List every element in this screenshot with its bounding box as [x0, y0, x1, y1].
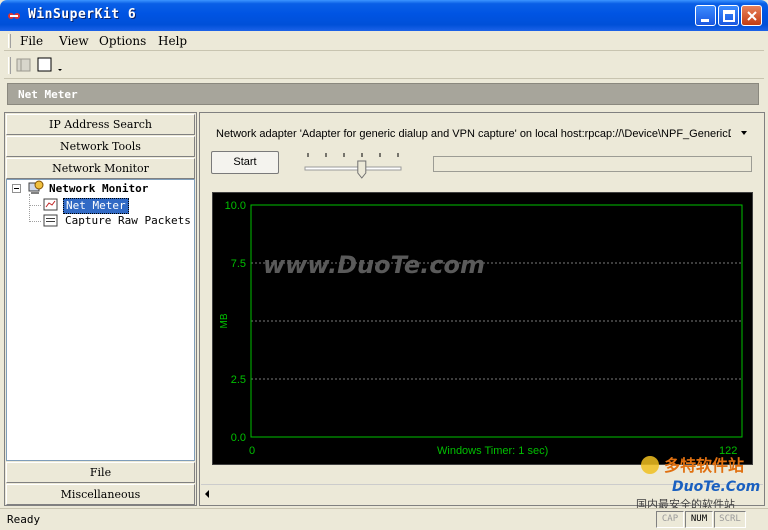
- view-header: Net Meter: [7, 83, 759, 105]
- close-button[interactable]: [741, 5, 762, 26]
- view-dropdown-icon[interactable]: [37, 57, 65, 75]
- toolbar: [4, 52, 764, 79]
- view-header-title: Net Meter: [18, 88, 78, 101]
- maximize-icon: [723, 10, 735, 22]
- status-bar: Ready CAP NUM SCRL: [0, 508, 768, 530]
- toolbar-grip: [8, 57, 11, 74]
- net-meter-icon: [43, 198, 58, 211]
- logo-line1: 多特软件站: [664, 456, 744, 475]
- tree-item-net-meter-label: Net Meter: [63, 198, 129, 214]
- chart-svg: MB Windows Timer: 1 sec) 0 122 10.07.52.…: [219, 200, 743, 457]
- rate-slider[interactable]: [303, 151, 403, 181]
- y-axis-label: MB: [219, 313, 230, 328]
- y-tick-label: 0.0: [231, 432, 246, 444]
- close-icon: [747, 11, 757, 21]
- logo-line2: DuoTe.Com: [672, 479, 760, 495]
- minimize-icon: [701, 19, 709, 22]
- app-icon: [8, 13, 20, 19]
- tree-item-capture-label: Capture Raw Packets: [65, 214, 191, 227]
- nav-ip-address-search[interactable]: IP Address Search: [6, 114, 195, 135]
- nav-file[interactable]: File: [6, 462, 195, 483]
- menu-bar: File View Options Help: [4, 31, 764, 51]
- y-tick-label: 2.5: [231, 374, 246, 386]
- scroll-left-icon[interactable]: [205, 490, 209, 498]
- window-title: WinSuperKit 6: [28, 7, 137, 22]
- progress-bar: [433, 156, 752, 172]
- collapse-icon[interactable]: [12, 184, 21, 193]
- menu-help[interactable]: Help: [158, 34, 187, 48]
- status-scrl: SCRL: [714, 511, 746, 528]
- navigation-pane: IP Address Search Network Tools Network …: [4, 112, 197, 506]
- minimize-button[interactable]: [695, 5, 716, 26]
- nav-network-monitor[interactable]: Network Monitor: [6, 158, 195, 179]
- menu-view[interactable]: View: [59, 34, 89, 48]
- y-tick-label: 10.0: [225, 200, 246, 212]
- watermark-text: www.DuoTe.com: [263, 251, 485, 279]
- adapter-select[interactable]: Network adapter 'Adapter for generic dia…: [210, 125, 751, 145]
- nav-network-tools[interactable]: Network Tools: [6, 136, 195, 157]
- net-meter-chart: MB Windows Timer: 1 sec) 0 122 10.0 7.5 2.…: [212, 192, 753, 465]
- x-tick-min: 0: [249, 445, 255, 457]
- slider-thumb[interactable]: [357, 160, 367, 179]
- status-cap: CAP: [656, 511, 684, 528]
- content-pane: Network adapter 'Adapter for generic dia…: [199, 112, 765, 506]
- nav-miscellaneous[interactable]: Miscellaneous: [6, 484, 195, 505]
- chevron-down-icon[interactable]: [741, 131, 747, 135]
- panel-toggle-icon[interactable]: [16, 57, 32, 73]
- network-monitor-icon: [28, 180, 44, 194]
- status-text: Ready: [7, 513, 41, 526]
- menu-grip: [8, 34, 11, 48]
- capture-packets-icon: [43, 214, 58, 227]
- title-bar: WinSuperKit 6: [0, 0, 768, 31]
- x-axis-label: Windows Timer: 1 sec): [437, 445, 548, 457]
- menu-options[interactable]: Options: [99, 34, 146, 48]
- tree-root-label: Network Monitor: [49, 182, 149, 195]
- maximize-button[interactable]: [718, 5, 739, 26]
- tree-view: Network Monitor Net Meter Capture Raw Pa…: [6, 179, 195, 461]
- duote-logo: 多特软件站 DuoTe.Com 国内最安全的软件站: [636, 456, 760, 511]
- adapter-select-value: Network adapter 'Adapter for generic dia…: [216, 128, 731, 140]
- start-button[interactable]: Start: [211, 151, 279, 174]
- y-tick-label: 7.5: [231, 258, 246, 270]
- status-num: NUM: [685, 511, 713, 528]
- menu-file[interactable]: File: [20, 34, 43, 48]
